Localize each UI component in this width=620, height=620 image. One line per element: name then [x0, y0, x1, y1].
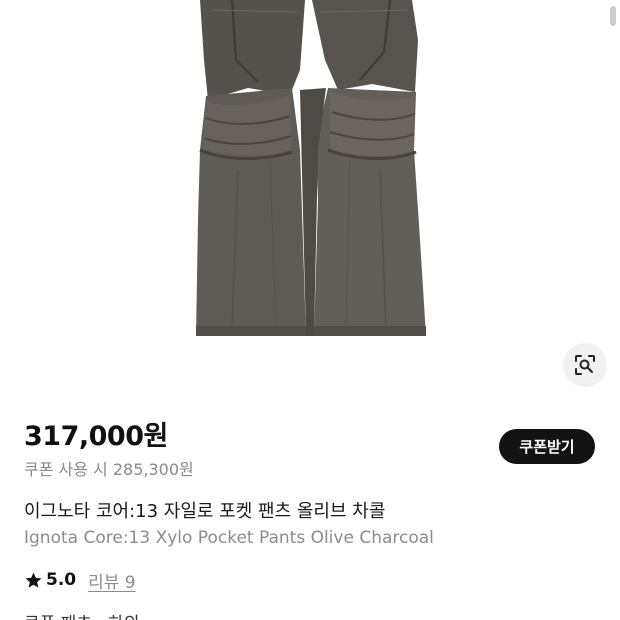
- pants-illustration: [196, 0, 426, 336]
- image-search-button[interactable]: [563, 343, 607, 387]
- star-icon: [25, 572, 42, 588]
- review-count-link[interactable]: 리뷰 9: [88, 568, 136, 593]
- product-detail-page: 317,000원 쿠폰 사용 시 285,300원 쿠폰받기 이그노타 코어:1…: [0, 0, 620, 620]
- rating-value: 5.0: [46, 570, 77, 590]
- get-coupon-button[interactable]: 쿠폰받기: [499, 429, 595, 464]
- rating-row: 5.0 리뷰 9: [24, 568, 136, 593]
- coupon-price: 쿠폰 사용 시 285,300원: [24, 460, 194, 479]
- image-search-icon: [575, 355, 595, 375]
- product-title-english: Ignota Core:13 Xylo Pocket Pants Olive C…: [24, 528, 434, 548]
- product-title-korean: 이그노타 코어:13 자일로 포켓 팬츠 올리브 차콜: [24, 501, 386, 522]
- image-scroll-indicator: [610, 6, 616, 26]
- product-image[interactable]: [0, 0, 620, 400]
- product-price: 317,000원: [24, 421, 168, 452]
- category-line: 쿠폰 패츠 · 하의: [24, 609, 139, 620]
